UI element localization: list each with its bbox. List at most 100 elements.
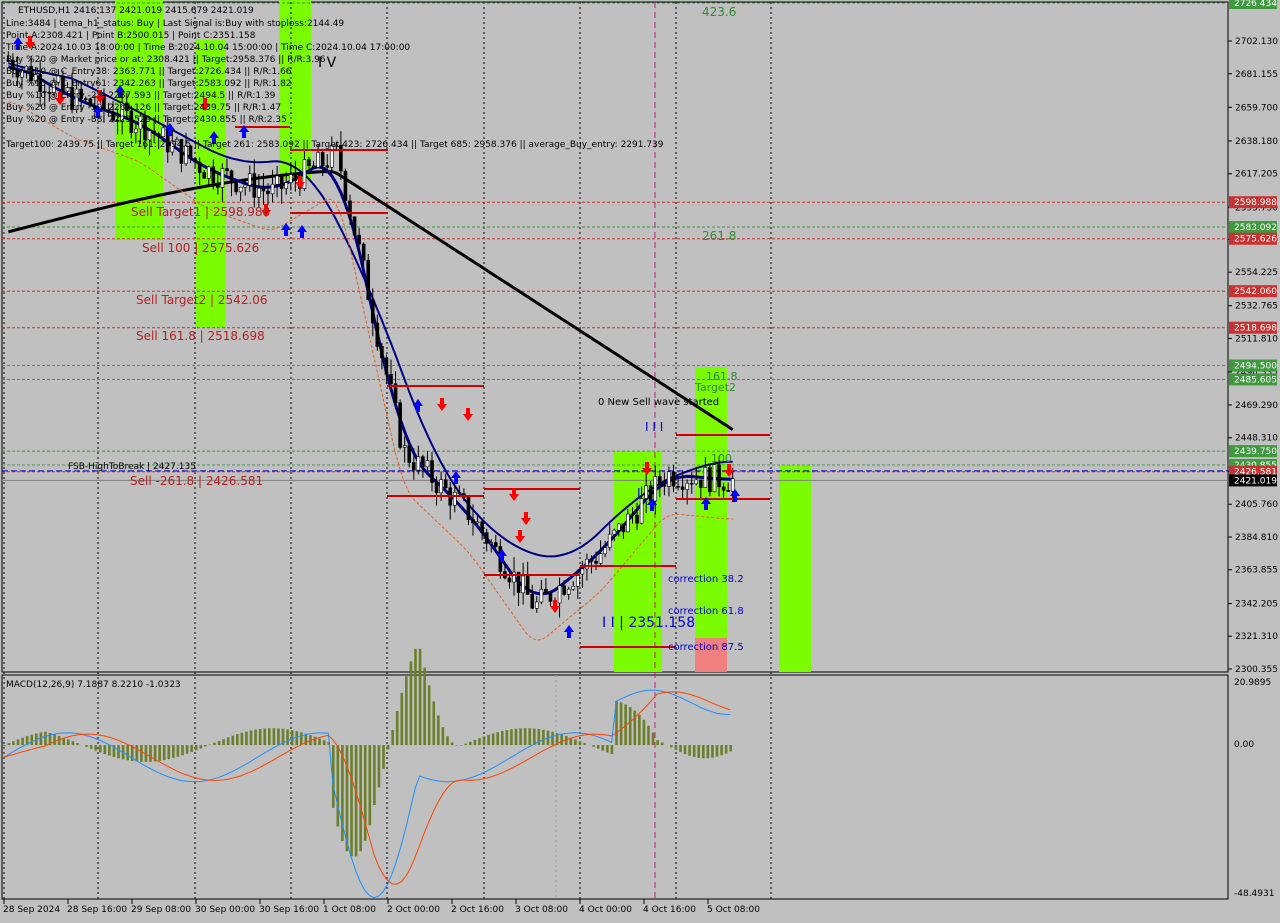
price-badge-label: 2542.060 bbox=[1234, 287, 1277, 297]
candle-body bbox=[248, 174, 251, 186]
candle-body bbox=[266, 191, 269, 194]
candle-body bbox=[453, 492, 456, 505]
price-tick-label: 2681.155 bbox=[1235, 70, 1278, 80]
candle-body bbox=[408, 446, 411, 463]
candle-body bbox=[253, 174, 256, 198]
candle-body bbox=[522, 576, 525, 593]
candle-body bbox=[695, 480, 698, 484]
macd-bar bbox=[515, 729, 518, 745]
candle-body bbox=[431, 461, 434, 483]
macd-bar bbox=[519, 728, 522, 745]
macd-bar bbox=[629, 707, 632, 745]
price-tick-label: 2469.290 bbox=[1235, 401, 1278, 411]
macd-bar bbox=[670, 745, 673, 747]
price-tick-label: 2659.700 bbox=[1235, 103, 1278, 113]
macd-bar bbox=[76, 743, 79, 745]
macd-bar bbox=[350, 745, 353, 856]
macd-bar bbox=[318, 738, 321, 745]
price-tick-label: 2554.225 bbox=[1235, 268, 1278, 278]
candle-body bbox=[426, 461, 429, 467]
candle-body bbox=[672, 472, 675, 486]
macd-bar bbox=[273, 728, 276, 745]
candle-body bbox=[508, 578, 511, 582]
candle-body bbox=[718, 465, 721, 487]
candle-body bbox=[585, 559, 588, 569]
sell-1618-label: Sell 161.8 | 2518.698 bbox=[136, 329, 265, 343]
candle-body bbox=[262, 188, 265, 191]
symbol-line: ETHUSD,H1 2416.137 2421.019 2415.679 242… bbox=[18, 6, 254, 16]
time-tick-label: 28 Sep 16:00 bbox=[67, 905, 127, 915]
macd-bar bbox=[268, 728, 271, 745]
macd-bar bbox=[693, 745, 696, 757]
macd-bar bbox=[464, 744, 467, 745]
candle-body bbox=[289, 174, 292, 182]
macd-bar bbox=[551, 732, 554, 745]
candle-body bbox=[704, 467, 707, 487]
candle-body bbox=[558, 586, 561, 603]
macd-bar bbox=[108, 745, 111, 756]
macd-bar bbox=[702, 745, 705, 758]
macd-bar bbox=[501, 731, 504, 745]
new-sell-wave-label: 0 New Sell wave started bbox=[598, 397, 719, 408]
candle-body bbox=[636, 515, 639, 523]
candle-body bbox=[317, 152, 320, 167]
macd-bar bbox=[579, 741, 582, 745]
macd-bar bbox=[300, 732, 303, 745]
candle-body bbox=[239, 187, 242, 192]
macd-bar bbox=[675, 745, 678, 750]
candle-body bbox=[567, 589, 570, 594]
price-tick-label: 2321.310 bbox=[1235, 632, 1278, 642]
macd-bar bbox=[487, 735, 490, 745]
macd-bar bbox=[474, 740, 477, 745]
candle-body bbox=[490, 543, 493, 544]
candle-body bbox=[572, 586, 575, 589]
candle-body bbox=[444, 480, 447, 488]
macd-bar bbox=[583, 743, 586, 745]
candle-body bbox=[385, 358, 388, 374]
time-tick-label: 1 Oct 08:00 bbox=[323, 905, 376, 915]
candle-body bbox=[727, 490, 730, 491]
candle-body bbox=[467, 497, 470, 519]
macd-bar bbox=[652, 732, 655, 745]
roman-iii-label: I I I bbox=[645, 420, 663, 434]
candle-body bbox=[699, 480, 702, 488]
macd-bar bbox=[725, 745, 728, 753]
time-tick-label: 4 Oct 16:00 bbox=[643, 905, 696, 915]
price-chart: 2702.1302681.1552659.7002638.1802617.205… bbox=[0, 0, 1280, 920]
candle-body bbox=[654, 477, 657, 501]
macd-bar bbox=[423, 668, 426, 745]
time-tick-label: 28 Sep 2024 bbox=[3, 905, 60, 915]
macd-bar bbox=[53, 734, 56, 745]
macd-bar bbox=[186, 745, 189, 754]
candle-body bbox=[285, 183, 288, 189]
macd-bar bbox=[483, 736, 486, 745]
fib-423-label: 423.6 bbox=[702, 5, 736, 19]
macd-bar bbox=[506, 730, 509, 745]
candle-body bbox=[257, 188, 260, 197]
time-tick-label: 2 Oct 00:00 bbox=[387, 905, 440, 915]
macd-bar bbox=[355, 745, 358, 856]
candle-body bbox=[230, 171, 233, 183]
candle-body bbox=[162, 128, 165, 137]
price-badge-label: 2494.500 bbox=[1234, 362, 1277, 372]
candle-body bbox=[244, 185, 247, 187]
sell-target2-label: Sell Target2 | 2542.06 bbox=[136, 293, 268, 307]
time-tick-label: 30 Sep 00:00 bbox=[195, 905, 255, 915]
candle-body bbox=[303, 160, 306, 189]
macd-bar bbox=[396, 711, 399, 745]
candle-body bbox=[544, 589, 547, 593]
info-line: Target100: 2439.75 || Target 161: 2494.5… bbox=[5, 140, 664, 150]
candle-body bbox=[212, 167, 215, 183]
macd-bar bbox=[163, 745, 166, 760]
candle-body bbox=[686, 483, 689, 489]
candle-body bbox=[235, 182, 238, 191]
price-badge-label: 2485.605 bbox=[1234, 375, 1277, 385]
candle-body bbox=[435, 482, 438, 492]
candle-body bbox=[622, 524, 625, 532]
macd-bar bbox=[597, 745, 600, 749]
macd-bar bbox=[181, 745, 184, 755]
candle-body bbox=[440, 480, 443, 493]
price-badge-label: 2439.750 bbox=[1234, 447, 1277, 457]
macd-bar bbox=[72, 741, 75, 745]
macd-bar bbox=[387, 745, 390, 749]
